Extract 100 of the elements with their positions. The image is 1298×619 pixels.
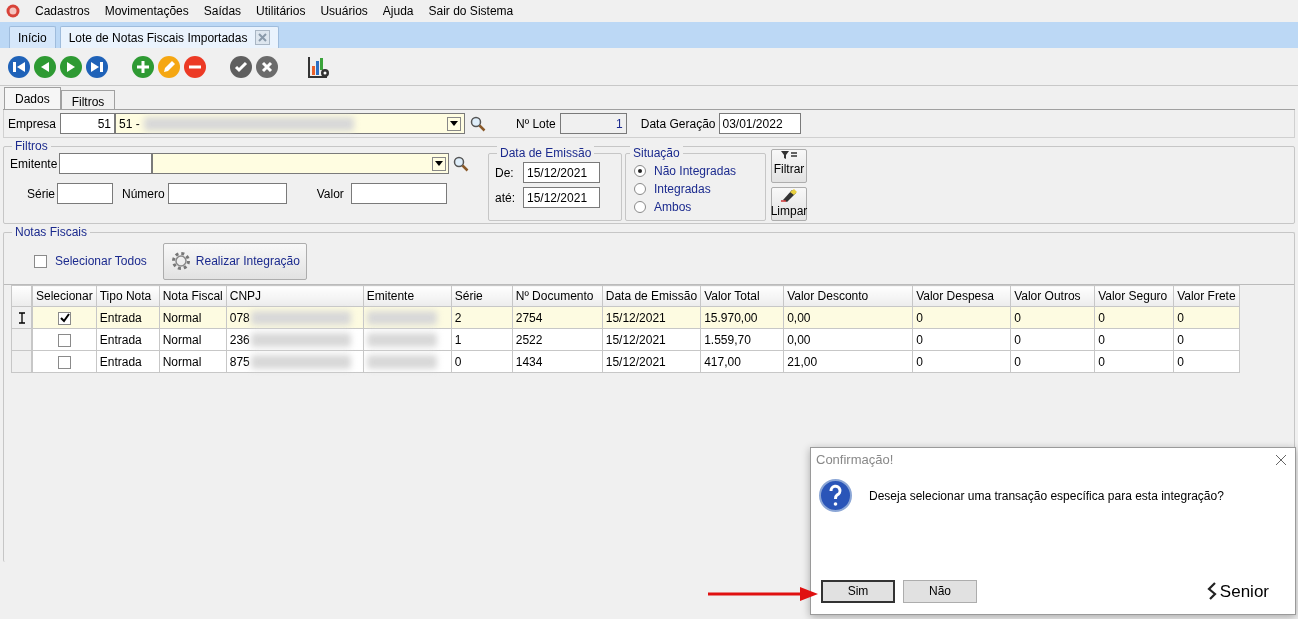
column-header[interactable]: Nota Fiscal (159, 285, 227, 307)
table-cell: 0,00 (787, 332, 811, 347)
data-geracao-field[interactable]: 03/01/2022 (718, 113, 801, 134)
table-cell-text: 875 (229, 353, 250, 371)
field-label: De: (495, 164, 515, 182)
menu-item[interactable]: Saídas (203, 2, 242, 20)
table-cell: 0 (1177, 354, 1184, 369)
table-cell: 0 (1098, 332, 1105, 347)
serie-field[interactable] (57, 183, 113, 204)
column-header[interactable]: Série (451, 285, 513, 307)
field-label: Emitente (10, 155, 58, 173)
menu-item[interactable]: Sair do Sistema (428, 2, 514, 20)
document-tab[interactable]: Início (9, 26, 56, 48)
column-header[interactable]: Selecionar (32, 285, 97, 307)
emitente-dropdown[interactable] (152, 153, 450, 174)
table-cell: 1 (454, 332, 462, 347)
table-cell: 417,00 (704, 354, 741, 369)
confirm-icon[interactable] (229, 54, 253, 79)
add-icon[interactable] (131, 54, 155, 79)
field-label: Número (122, 185, 165, 203)
clear-button[interactable]: Limpar (771, 187, 807, 221)
previous-record-icon[interactable] (33, 54, 57, 79)
table-cell: 0 (1014, 310, 1021, 325)
table-cell: 0,00 (787, 310, 811, 325)
table-cell-text: 078 (229, 309, 250, 327)
menu-item[interactable]: Utilitários (256, 2, 306, 20)
table-cell: Entrada (99, 354, 142, 369)
integration-button[interactable]: Realizar Integração (162, 242, 307, 280)
menu-item[interactable]: Cadastros (35, 2, 90, 20)
table-cell: 1434 (515, 354, 543, 369)
form-tab[interactable]: Dados (4, 87, 61, 109)
column-header[interactable]: Valor Desconto (783, 285, 913, 307)
last-record-icon[interactable] (85, 54, 109, 79)
checkbox[interactable] (57, 355, 71, 369)
checkbox[interactable] (57, 333, 71, 347)
table-cell: 2 (454, 310, 462, 325)
menu-item[interactable]: Movimentações (104, 2, 189, 20)
menu-item[interactable]: Usuários (320, 2, 368, 20)
column-header[interactable]: Data de Emissão (602, 285, 701, 307)
empresa-dropdown[interactable]: 51 - (115, 113, 466, 134)
table-cell: 0 (1098, 354, 1105, 369)
column-header[interactable]: Valor Despesa (912, 285, 1011, 307)
radio-label[interactable]: Integradas (654, 180, 711, 198)
table-cell: Normal (162, 332, 202, 347)
field-label: até: (495, 189, 515, 207)
radio-button[interactable] (634, 183, 646, 195)
close-icon[interactable] (1275, 454, 1287, 466)
close-tab-icon[interactable] (255, 30, 271, 45)
filter-button[interactable]: Filtrar (771, 149, 807, 183)
column-header[interactable]: Valor Seguro (1094, 285, 1174, 307)
table-cell: 0 (1177, 332, 1184, 347)
dialog-button[interactable]: Sim (821, 579, 895, 603)
table-cell: 15.970,00 (704, 310, 758, 325)
radio-label[interactable]: Ambos (654, 198, 692, 216)
blurred-text (366, 310, 437, 325)
table-cell: 0 (916, 310, 923, 325)
radio-label[interactable]: Não Integradas (654, 162, 737, 180)
date-field[interactable]: 15/12/2021 (523, 187, 600, 208)
app-logo-icon (6, 4, 20, 18)
column-header[interactable]: Tipo Nota (96, 285, 160, 307)
checkbox[interactable] (34, 254, 47, 268)
table-cell: 2522 (515, 332, 543, 347)
numero-field[interactable] (167, 183, 287, 204)
document-tab[interactable]: Lote de Notas Fiscais Importadas (59, 26, 280, 48)
checkbox[interactable] (57, 311, 71, 325)
table-cell: 0 (916, 354, 923, 369)
emitente-code-field[interactable] (59, 153, 153, 174)
first-record-icon[interactable] (7, 54, 31, 79)
radio-button[interactable] (634, 201, 646, 213)
date-field[interactable]: 15/12/2021 (523, 162, 600, 183)
column-header[interactable]: Nº Documento (512, 285, 603, 307)
menu-item[interactable]: Ajuda (382, 2, 414, 20)
search-icon[interactable] (470, 115, 487, 132)
next-record-icon[interactable] (59, 54, 83, 79)
cancel-icon[interactable] (255, 54, 279, 79)
filter-icon (781, 150, 797, 160)
dialog-button[interactable]: Não (903, 579, 977, 603)
table-cell: Entrada (99, 310, 142, 325)
column-header[interactable]: CNPJ (226, 285, 364, 307)
empresa-code-field[interactable]: 51 (60, 113, 116, 134)
table-cell: 2754 (515, 310, 543, 325)
field-label: Série (27, 185, 55, 203)
column-header[interactable]: Emitente (363, 285, 452, 307)
table-cell: 0 (1014, 354, 1021, 369)
group-title: Situação (630, 146, 683, 160)
search-icon[interactable] (453, 155, 470, 172)
chart-settings-icon[interactable] (307, 54, 331, 79)
column-header[interactable]: Valor Total (700, 285, 784, 307)
column-header[interactable]: Valor Outros (1010, 285, 1095, 307)
column-header[interactable]: Valor Frete (1173, 285, 1240, 307)
gear-icon (169, 250, 192, 272)
row-header[interactable] (11, 307, 32, 329)
checkbox-label[interactable]: Selecionar Todos (55, 252, 147, 270)
valor-field[interactable] (350, 183, 447, 204)
question-icon (819, 479, 852, 512)
remove-icon[interactable] (183, 54, 207, 79)
form-tab[interactable]: Filtros (60, 90, 116, 109)
radio-button[interactable] (634, 165, 646, 177)
table-cell: Entrada (99, 332, 142, 347)
field-label: Data Geração (640, 115, 716, 133)
